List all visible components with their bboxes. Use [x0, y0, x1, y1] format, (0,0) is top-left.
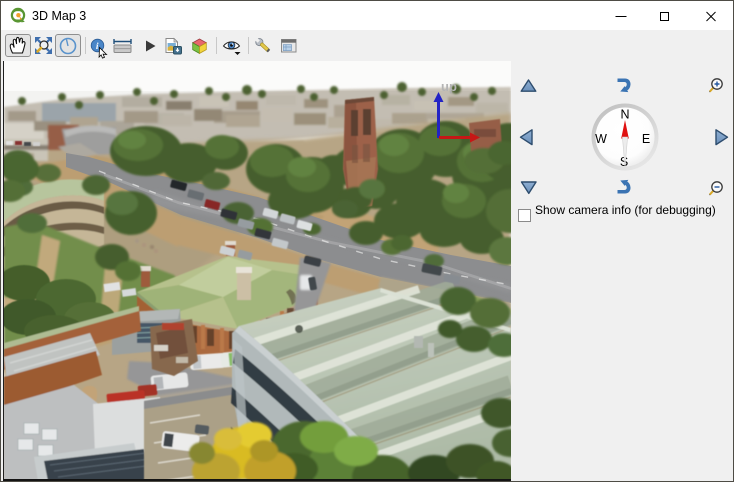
- svg-text:E: E: [642, 132, 650, 146]
- svg-text:i: i: [96, 42, 99, 52]
- svg-text:W: W: [595, 132, 607, 146]
- svg-text:N: N: [620, 108, 629, 122]
